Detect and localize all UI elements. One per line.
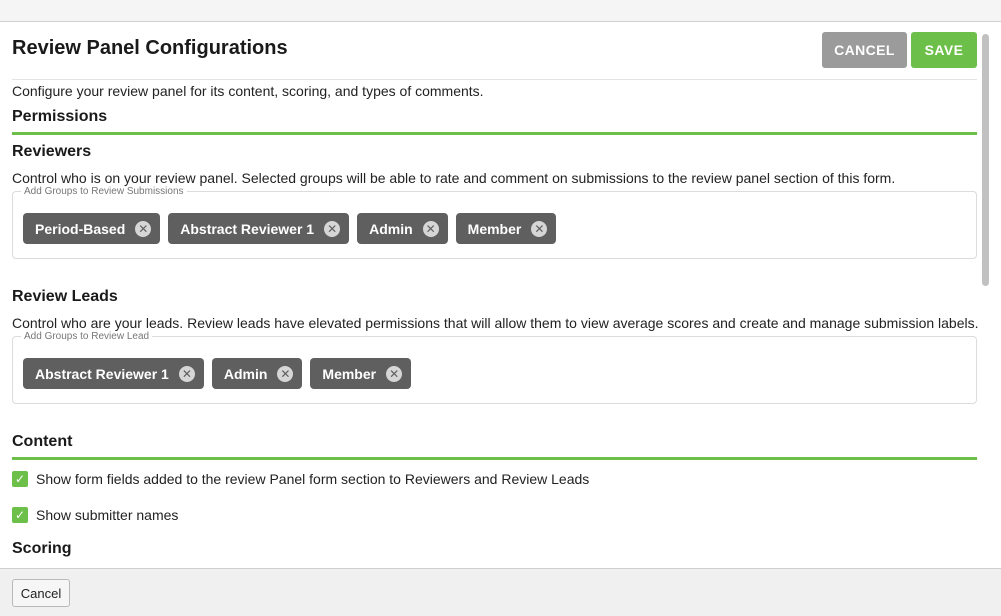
close-circle-icon[interactable]: ✕ bbox=[531, 220, 548, 237]
review-leads-group-field[interactable]: Add Groups to Review Lead Abstract Revie… bbox=[12, 331, 977, 404]
chip-member: Member ✕ bbox=[455, 213, 557, 244]
permissions-divider bbox=[12, 132, 977, 135]
review-panel-dialog: Review Panel Configurations CANCEL SAVE … bbox=[0, 22, 1001, 568]
chip-abstract-reviewer-1: Abstract Reviewer 1 ✕ bbox=[23, 358, 204, 389]
review-leads-description: Control who are your leads. Review leads… bbox=[12, 315, 979, 331]
content-heading: Content bbox=[12, 433, 73, 450]
reviewers-description: Control who is on your review panel. Sel… bbox=[12, 170, 896, 186]
dialog-header: Review Panel Configurations CANCEL SAVE bbox=[12, 22, 977, 80]
chip-period-based: Period-Based ✕ bbox=[23, 213, 161, 244]
close-circle-icon[interactable]: ✕ bbox=[178, 365, 195, 382]
cancel-button[interactable]: CANCEL bbox=[822, 32, 907, 68]
close-circle-icon[interactable]: ✕ bbox=[135, 220, 152, 237]
chip-label: Member bbox=[322, 365, 377, 382]
chip-admin: Admin ✕ bbox=[357, 213, 448, 244]
reviewers-field-label: Add Groups to Review Submissions bbox=[21, 186, 187, 197]
scrollbar-thumb[interactable] bbox=[982, 34, 989, 286]
close-circle-icon[interactable]: ✕ bbox=[422, 220, 439, 237]
chip-label: Abstract Reviewer 1 bbox=[35, 365, 169, 382]
chip-label: Period-Based bbox=[35, 220, 126, 237]
dialog-title: Review Panel Configurations bbox=[12, 37, 288, 59]
close-circle-icon[interactable]: ✕ bbox=[277, 365, 294, 382]
chip-label: Admin bbox=[369, 220, 413, 237]
close-circle-icon[interactable]: ✕ bbox=[324, 220, 341, 237]
option-label: Show submitter names bbox=[36, 507, 179, 523]
reviewers-chip-list: Period-Based ✕ Abstract Reviewer 1 ✕ Adm… bbox=[23, 213, 557, 244]
option-show-form-fields[interactable]: ✓ Show form fields added to the review P… bbox=[12, 471, 589, 487]
option-label: Show form fields added to the review Pan… bbox=[36, 471, 590, 487]
review-leads-heading: Review Leads bbox=[12, 288, 118, 305]
footer-cancel-button[interactable]: Cancel bbox=[12, 579, 70, 607]
chip-abstract-reviewer-1: Abstract Reviewer 1 ✕ bbox=[168, 213, 350, 244]
reviewers-heading: Reviewers bbox=[12, 143, 92, 160]
option-show-submitter-names[interactable]: ✓ Show submitter names bbox=[12, 507, 178, 523]
review-leads-chip-list: Abstract Reviewer 1 ✕ Admin ✕ Member ✕ bbox=[23, 358, 412, 389]
close-circle-icon[interactable]: ✕ bbox=[386, 365, 403, 382]
permissions-heading: Permissions bbox=[12, 108, 108, 125]
content-divider bbox=[12, 457, 977, 460]
chip-label: Abstract Reviewer 1 bbox=[180, 220, 315, 237]
scoring-heading: Scoring bbox=[12, 540, 72, 557]
save-button[interactable]: SAVE bbox=[911, 32, 977, 68]
chip-label: Member bbox=[467, 220, 522, 237]
chip-admin: Admin ✕ bbox=[211, 358, 303, 389]
check-icon[interactable]: ✓ bbox=[12, 471, 28, 487]
window-top-strip bbox=[0, 0, 1001, 22]
review-leads-field-label: Add Groups to Review Lead bbox=[21, 331, 153, 342]
check-icon[interactable]: ✓ bbox=[12, 507, 28, 523]
chip-member: Member ✕ bbox=[310, 358, 412, 389]
page-footer: Cancel bbox=[0, 568, 1001, 616]
vertical-scrollbar[interactable] bbox=[981, 34, 991, 568]
chip-label: Admin bbox=[223, 365, 268, 382]
reviewers-group-field[interactable]: Add Groups to Review Submissions Period-… bbox=[12, 186, 977, 259]
dialog-description: Configure your review panel for its cont… bbox=[12, 83, 484, 99]
